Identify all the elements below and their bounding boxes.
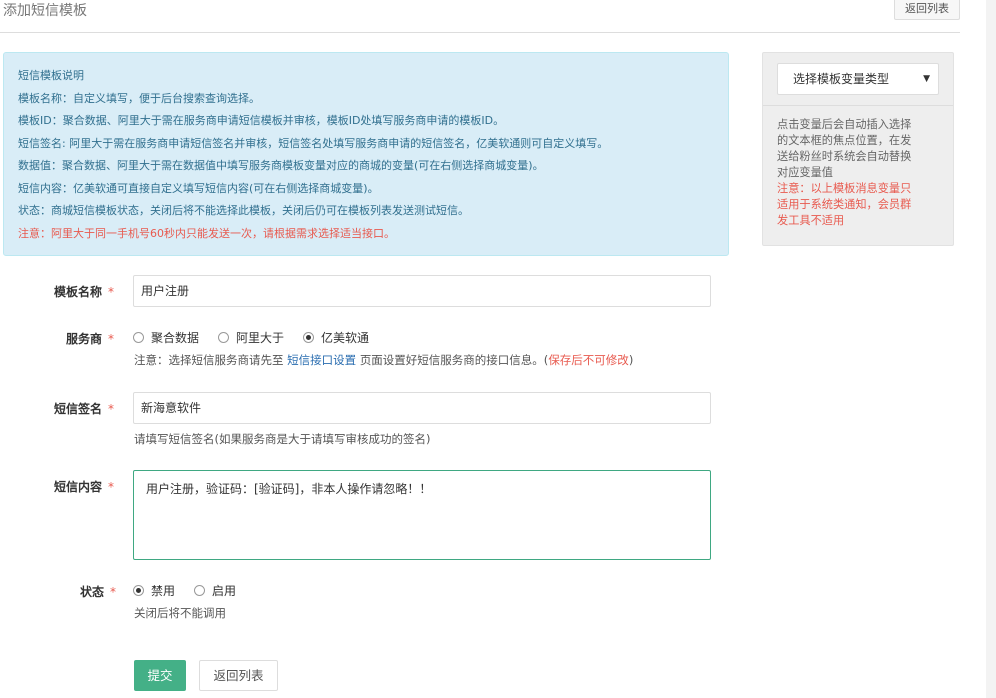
required-mark: * [108,480,115,494]
side-desc-line: 对应变量值 [777,166,833,179]
status-radio-enabled[interactable]: 启用 [194,582,236,599]
status-help: 关闭后将不能调用 [134,606,226,620]
content-label: 短信内容 * [54,478,114,495]
radio-button[interactable] [133,332,144,343]
submit-button[interactable]: 提交 [134,660,186,691]
signature-label-text: 短信签名 [54,402,103,416]
radio-button[interactable] [133,585,144,596]
required-mark: * [108,402,115,416]
side-warn-line: 发工具不适用 [777,214,845,227]
required-mark: * [110,585,117,599]
signature-input[interactable]: 新海意软件 [133,392,711,424]
required-mark: * [108,332,115,346]
back-to-list-button[interactable]: 返回列表 [894,0,960,20]
provider-help-prefix: 注意：选择短信服务商请先至 [134,353,284,367]
radio-label: 阿里大于 [236,331,285,345]
provider-radio-yimei[interactable]: 亿美软通 [303,329,369,346]
radio-label: 禁用 [151,584,176,598]
info-heading: 短信模板说明 [18,69,84,82]
info-warning: 注意：阿里大于同一手机号60秒内只能发送一次，请根据需求选择适当接口。 [18,226,395,240]
provider-radio-alidayu[interactable]: 阿里大于 [218,329,284,346]
side-desc-line: 的文本框的焦点位置，在发 [777,134,912,147]
provider-radio-group: 聚合数据 阿里大于 亿美软通 [133,329,388,346]
side-desc-line: 点击变量后会自动插入选择 [777,118,912,131]
template-name-input[interactable]: 用户注册 [133,275,711,307]
required-mark: * [108,285,115,299]
status-radio-group: 禁用 启用 [133,582,255,599]
provider-help-suffix: ) [628,353,634,367]
status-label: 状态 * [80,583,116,600]
back-to-list-bottom-button[interactable]: 返回列表 [199,660,278,691]
radio-label: 亿美软通 [321,331,370,345]
info-line: 状态：商城短信模板状态，关闭后将不能选择此模板，关闭后仍可在模板列表发送测试短信… [18,204,469,217]
side-divider [763,105,953,106]
title-divider [0,32,960,33]
sms-interface-settings-link[interactable]: 短信接口设置 [287,353,356,367]
side-description: 点击变量后会自动插入选择 的文本框的焦点位置，在发 送给粉丝时系统会自动替换 对… [777,117,939,229]
content-label-text: 短信内容 [54,480,103,494]
provider-help-warning: 保存后不可修改 [548,353,629,367]
side-warn-line: 注意：以上模板消息变量只 [777,182,912,195]
content-textarea[interactable]: 用户注册，验证码：[验证码]，非本人操作请忽略！！ [133,470,711,560]
variable-type-select[interactable]: 选择模板变量类型 ▼ [777,63,939,95]
template-name-label-text: 模板名称 [54,285,103,299]
radio-button[interactable] [218,332,230,343]
radio-button[interactable] [303,332,315,343]
side-desc-line: 送给粉丝时系统会自动替换 [777,150,912,163]
info-line: 数据值：聚合数据、阿里大于需在数据值中填写服务商模板变量对应的商城的变量(可在右… [18,159,544,172]
template-info-alert: 短信模板说明 模板名称：自定义填写，便于后台搜索查询选择。 模板ID：聚合数据、… [3,52,729,256]
status-radio-disabled[interactable]: 禁用 [133,582,175,599]
signature-help: 请填写短信签名(如果服务商是大于请填写审核成功的签名) [134,432,431,446]
provider-radio-juhe[interactable]: 聚合数据 [133,329,199,346]
page-title: 添加短信模板 [3,3,87,19]
info-line: 短信签名: 阿里大于需在服务商申请短信签名并审核，短信签名处填写服务商申请的短信… [18,136,609,150]
info-line: 短信内容：亿美软通可直接自定义填写短信内容(可在右侧选择商城变量)。 [18,181,379,195]
page-scrollbar[interactable] [986,0,996,698]
provider-help: 注意：选择短信服务商请先至 短信接口设置 页面设置好短信服务商的接口信息。(保存… [134,352,633,368]
variable-side-panel: 选择模板变量类型 ▼ 点击变量后会自动插入选择 的文本框的焦点位置，在发 送给粉… [762,52,954,246]
radio-button[interactable] [194,585,206,596]
signature-label: 短信签名 * [54,400,114,417]
variable-type-select-label: 选择模板变量类型 [793,72,890,86]
info-line: 模板ID：聚合数据、阿里大于需在服务商申请短信模板并审核，模板ID处填写服务商申… [18,114,505,127]
provider-label-text: 服务商 [66,332,103,346]
radio-label: 聚合数据 [151,331,200,345]
status-label-text: 状态 [80,585,105,599]
info-line: 模板名称：自定义填写，便于后台搜索查询选择。 [18,91,260,105]
radio-label: 启用 [212,584,237,598]
template-name-label: 模板名称 * [54,283,114,300]
caret-down-icon: ▼ [923,74,930,84]
provider-help-middle: 页面设置好短信服务商的接口信息。( [359,353,549,367]
provider-label: 服务商 * [66,330,114,347]
side-warn-line: 适用于系统类通知，会员群 [777,198,912,211]
